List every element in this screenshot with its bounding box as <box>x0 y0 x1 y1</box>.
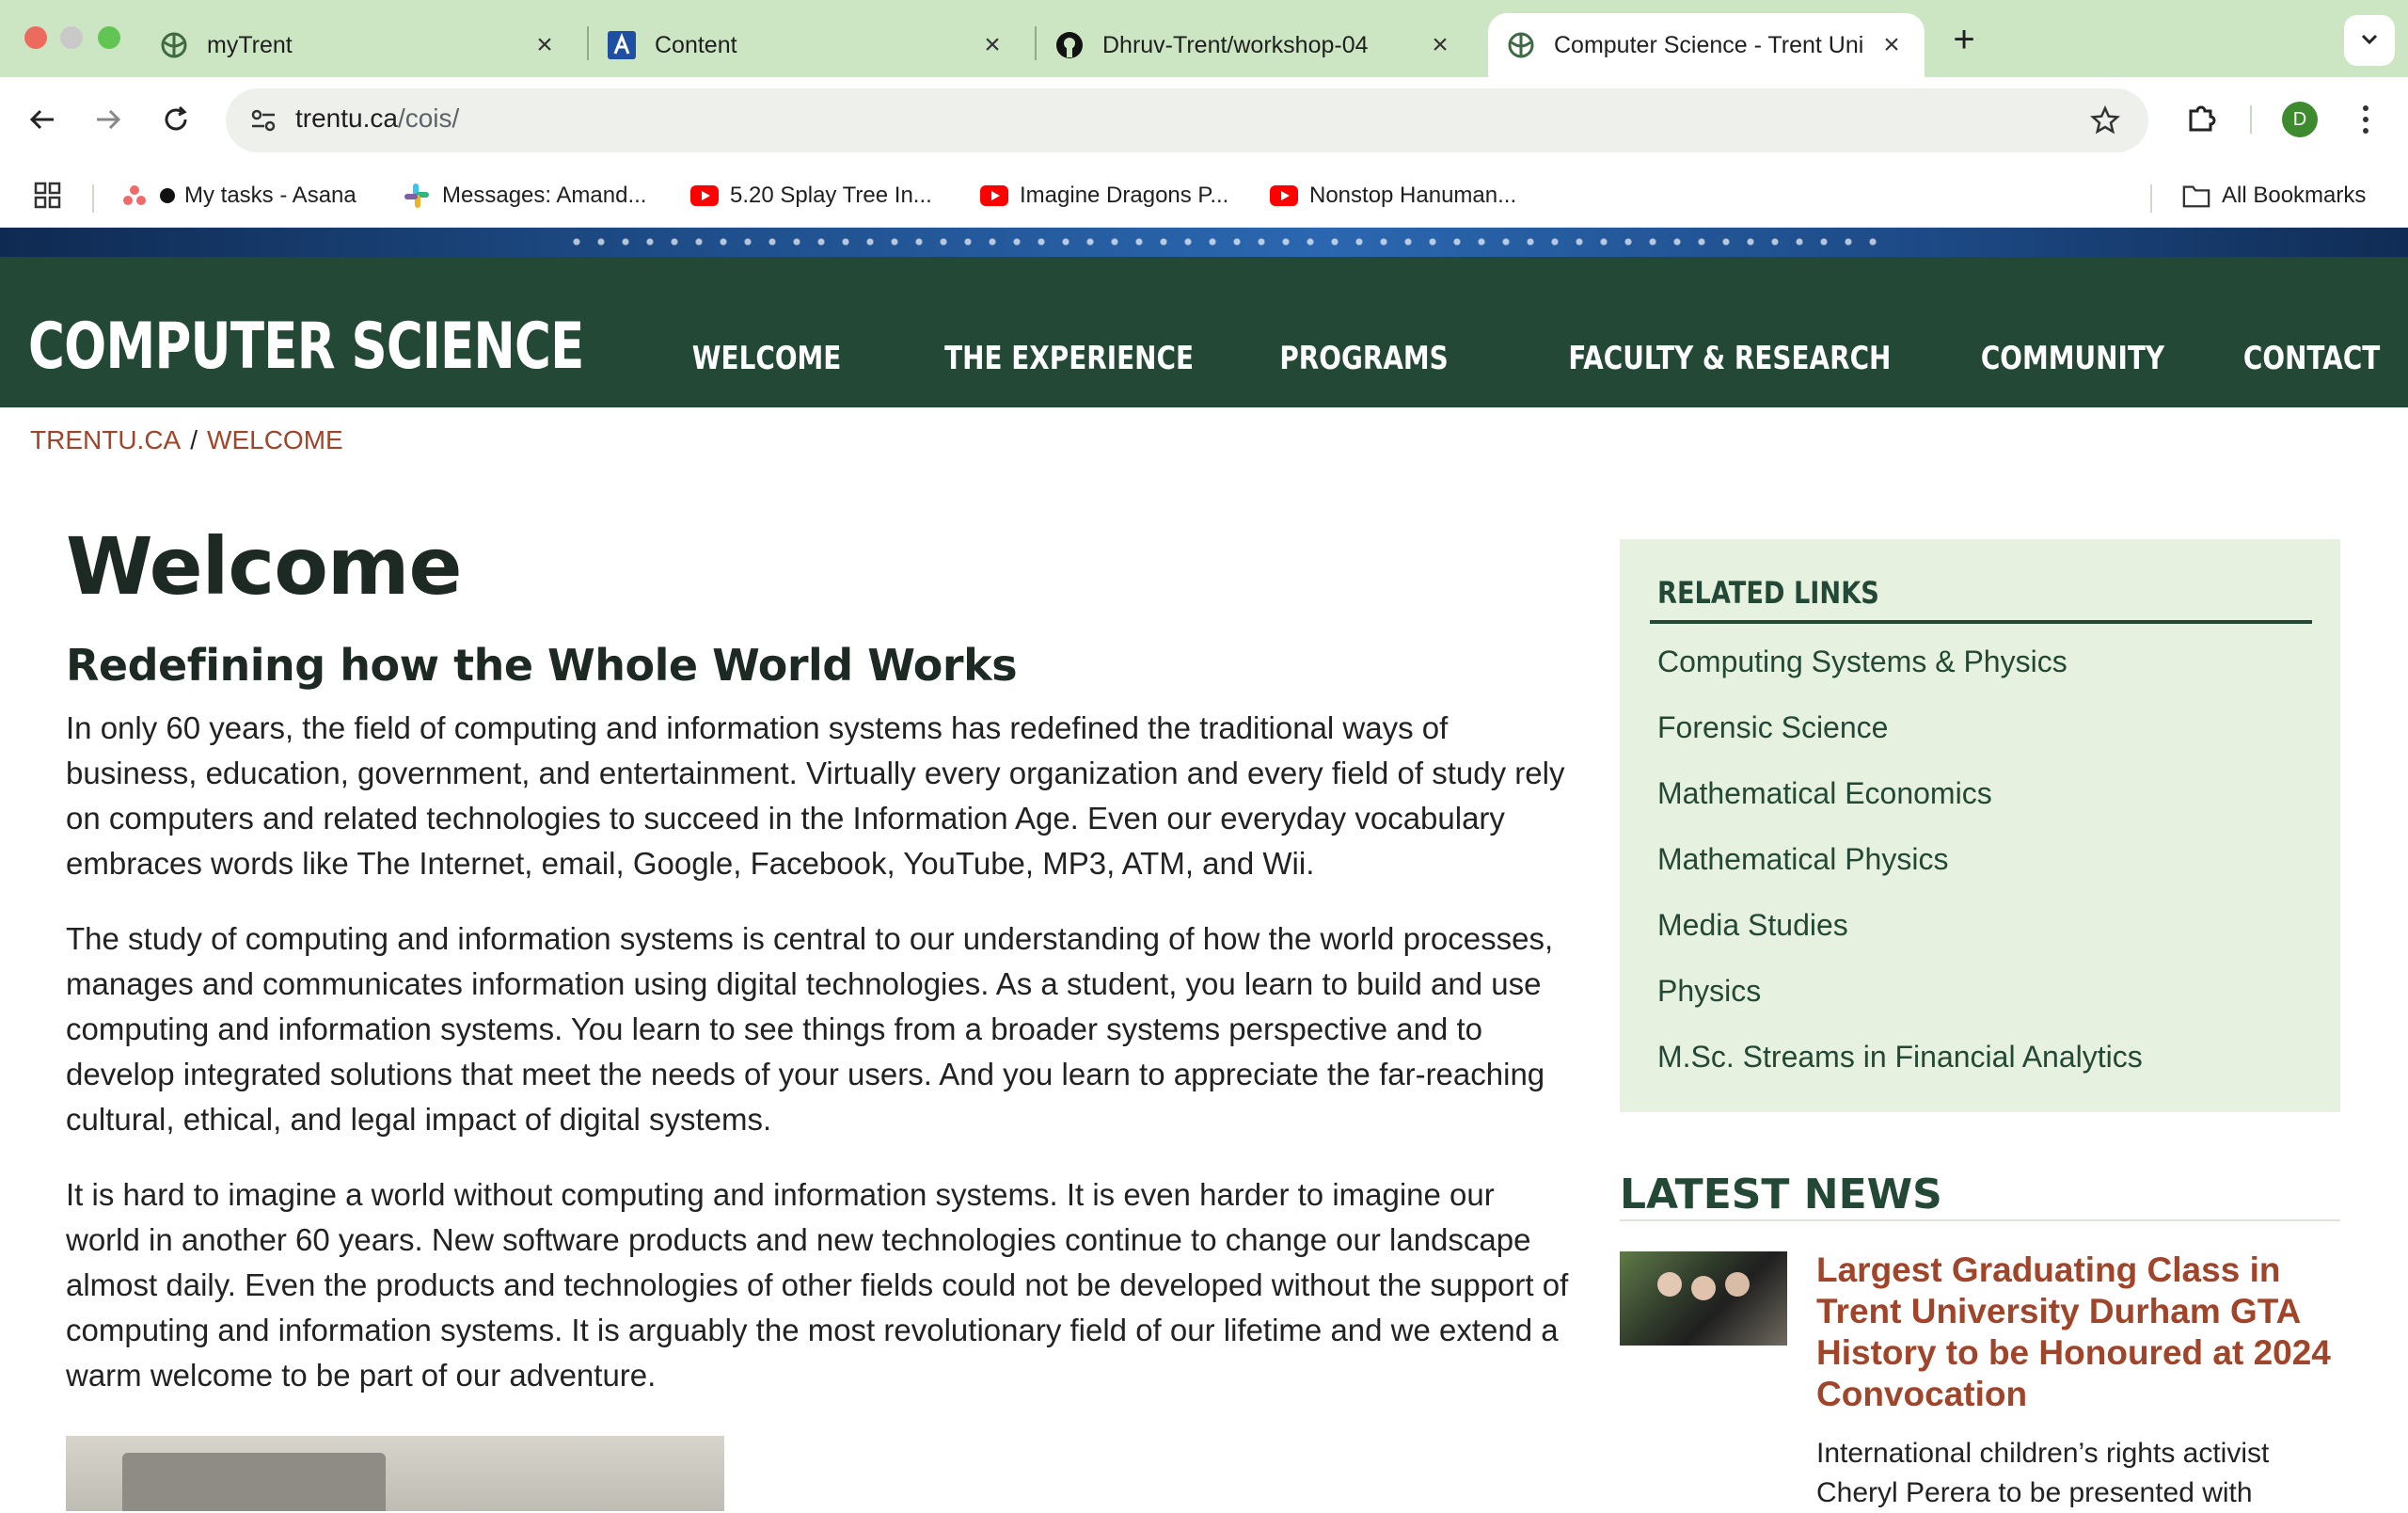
chevron-down-icon <box>2358 27 2381 55</box>
related-links-panel: RELATED LINKS Computing Systems & Physic… <box>1620 539 2340 1112</box>
news-item-description: International children’s rights activist… <box>1816 1438 2270 1508</box>
tab-label: myTrent <box>207 31 293 58</box>
related-link[interactable]: Media Studies <box>1657 908 2143 974</box>
closing-paragraph: It is hard to imagine a world without co… <box>66 1177 1569 1393</box>
latest-news-heading: LATEST NEWS <box>1620 1171 1942 1218</box>
bookmark-asana[interactable]: My tasks - Asana <box>120 179 356 213</box>
main-nav: WELCOME THE EXPERIENCE PROGRAMS FACULTY … <box>669 340 2380 377</box>
tab-mytrent[interactable]: myTrent × <box>141 13 578 77</box>
close-icon[interactable]: × <box>1426 29 1454 60</box>
close-icon[interactable]: × <box>531 29 559 60</box>
browser-menu-button[interactable] <box>2352 98 2380 141</box>
bookmarks-bar: My tasks - Asana Messages: Amand... 5.20… <box>0 164 2408 228</box>
content-a-icon <box>608 31 636 59</box>
bookmark-hanuman[interactable]: Nonstop Hanuman... <box>1270 179 1516 213</box>
new-tab-button[interactable]: + <box>1943 19 1985 60</box>
news-item-title[interactable]: Largest Graduating Class in Trent Univer… <box>1816 1250 2343 1415</box>
tab-computer-science[interactable]: Computer Science - Trent Uni × <box>1488 13 1925 77</box>
tab-strip: myTrent × Content × Dhruv-Trent/workshop… <box>0 0 2408 77</box>
youtube-icon <box>980 182 1008 210</box>
related-link[interactable]: Physics <box>1657 974 2143 1040</box>
related-link[interactable]: Mathematical Economics <box>1657 776 2143 842</box>
close-icon[interactable]: × <box>1877 29 1906 60</box>
breadcrumb-separator: / <box>190 425 198 454</box>
slack-icon <box>403 182 431 210</box>
related-link[interactable]: M.Sc. Streams in Financial Analytics <box>1657 1040 2143 1106</box>
nav-contact[interactable]: CONTACT <box>2243 340 2380 377</box>
tab-search-button[interactable] <box>2344 15 2395 66</box>
tab-label: Content <box>655 31 737 58</box>
close-window-button[interactable] <box>24 26 47 49</box>
tab-github[interactable]: Dhruv-Trent/workshop-04 × <box>1037 13 1473 77</box>
tab-label: Computer Science - Trent Uni <box>1554 31 1864 58</box>
reload-button[interactable] <box>152 96 199 143</box>
minimize-window-button[interactable] <box>60 26 83 49</box>
youtube-icon <box>690 182 719 210</box>
url-text: trentu.ca/cois/ <box>295 104 460 133</box>
related-links-list: Computing Systems & Physics Forensic Sci… <box>1657 645 2143 1106</box>
related-link[interactable]: Mathematical Physics <box>1657 842 2143 908</box>
content-photo <box>66 1436 724 1511</box>
back-arrow-icon <box>29 109 54 130</box>
forward-button[interactable] <box>85 96 132 143</box>
bookmark-label: All Bookmarks <box>2222 183 2367 208</box>
related-link[interactable]: Forensic Science <box>1657 710 2143 776</box>
all-bookmarks-button[interactable]: All Bookmarks <box>2182 179 2366 213</box>
site-settings-icon[interactable] <box>245 102 282 139</box>
page-title: Welcome <box>66 520 462 613</box>
extensions-button[interactable] <box>2180 96 2224 139</box>
reload-icon <box>165 105 187 131</box>
page-subtitle: Redefining how the Whole World Works <box>66 640 1018 691</box>
site-title[interactable]: COMPUTER SCIENCE <box>28 310 584 384</box>
header-banner-image <box>0 228 2408 257</box>
intro-paragraph: In only 60 years, the field of computing… <box>66 710 1565 881</box>
back-button[interactable] <box>19 96 66 143</box>
study-paragraph: The study of computing and information s… <box>66 921 1554 1137</box>
bookmark-label: Messages: Amand... <box>442 183 647 208</box>
asana-icon <box>120 182 149 210</box>
bookmark-label: My tasks - Asana <box>184 183 356 208</box>
trent-logo-icon <box>1507 31 1535 59</box>
profile-avatar[interactable]: D <box>2282 102 2318 137</box>
github-icon <box>1055 31 1084 59</box>
breadcrumb-home[interactable]: TRENTU.CA <box>30 425 181 455</box>
maximize-window-button[interactable] <box>98 26 120 49</box>
youtube-icon <box>1270 182 1298 210</box>
trent-logo-icon <box>160 31 188 59</box>
bookmark-splay-tree[interactable]: 5.20 Splay Tree In... <box>690 179 932 213</box>
site-header: COMPUTER SCIENCE WELCOME THE EXPERIENCE … <box>0 257 2408 407</box>
related-links-heading: RELATED LINKS <box>1657 575 1879 611</box>
puzzle-icon <box>2189 105 2216 132</box>
close-icon[interactable]: × <box>978 29 1006 60</box>
nav-programs[interactable]: PROGRAMS <box>1280 340 1449 377</box>
nav-welcome[interactable]: WELCOME <box>692 340 842 377</box>
bookmark-star-icon[interactable] <box>2086 102 2124 139</box>
news-thumbnail[interactable] <box>1620 1251 1787 1346</box>
apps-grid-icon <box>34 182 61 209</box>
tab-content[interactable]: Content × <box>589 13 1025 77</box>
tab-label: Dhruv-Trent/workshop-04 <box>1102 31 1369 58</box>
browser-toolbar: trentu.ca/cois/ <box>0 77 2408 164</box>
folder-icon <box>2182 182 2210 210</box>
forward-arrow-icon <box>97 109 121 130</box>
bookmark-label: Imagine Dragons P... <box>1020 183 1229 208</box>
bookmark-slack[interactable]: Messages: Amand... <box>403 179 646 213</box>
breadcrumb-current[interactable]: WELCOME <box>207 425 343 455</box>
apps-button[interactable] <box>34 179 62 213</box>
main-content: Welcome Redefining how the Whole World W… <box>66 527 1571 1398</box>
breadcrumb: TRENTU.CA / WELCOME <box>30 425 343 455</box>
nav-community[interactable]: COMMUNITY <box>1980 340 2163 377</box>
bookmark-imagine-dragons[interactable]: Imagine Dragons P... <box>980 179 1228 213</box>
nav-faculty-research[interactable]: FACULTY & RESEARCH <box>1569 340 1892 377</box>
nav-the-experience[interactable]: THE EXPERIENCE <box>945 340 1195 377</box>
bookmark-label: Nonstop Hanuman... <box>1309 183 1517 208</box>
address-bar[interactable]: trentu.ca/cois/ <box>226 88 2148 152</box>
related-link[interactable]: Computing Systems & Physics <box>1657 645 2143 710</box>
bookmark-label: 5.20 Splay Tree In... <box>730 183 932 208</box>
